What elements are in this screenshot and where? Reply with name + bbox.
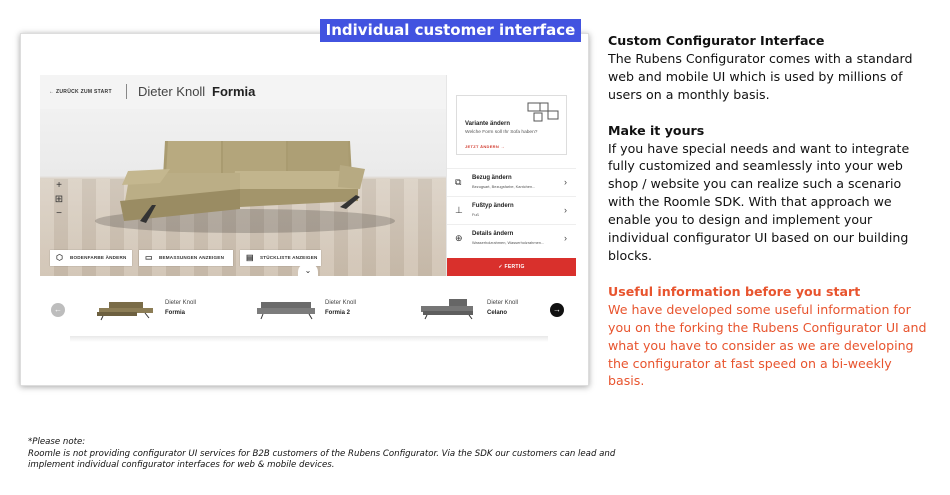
model-name: Formia: [212, 84, 256, 99]
menu-item-details[interactable]: ⊕ Details ändern Wasserholzrahmen, Wasse…: [447, 224, 576, 252]
arrow-left-icon: ←: [49, 89, 55, 95]
product-brand: Dieter Knoll: [325, 300, 357, 306]
product-brand: Dieter Knoll: [487, 300, 519, 306]
sofa-thumbnail: [97, 302, 153, 321]
change-floor-color-button[interactable]: ⬡ BODENFARBE ÄNDERN: [50, 250, 132, 266]
zoom-out-button[interactable]: −: [52, 207, 66, 221]
info-paragraph: If you have special needs and want to in…: [608, 140, 910, 263]
chevron-right-icon: ›: [564, 233, 567, 243]
sofa-thumbnail: [421, 299, 473, 320]
menu-item-title: Bezug ändern: [472, 175, 512, 181]
header-separator: [126, 84, 127, 99]
product-brand: Dieter Knoll: [165, 300, 197, 306]
sofa-thumbnail: [257, 302, 315, 320]
foot-icon: ⊥: [455, 205, 463, 215]
configuration-panel: Variante ändern Welche Form soll Ihr Sof…: [446, 75, 576, 276]
menu-item-title: Details ändern: [472, 231, 514, 237]
action-label: STÜCKLISTE ANZEIGEN: [260, 255, 318, 260]
variant-shapes-icon: [527, 102, 559, 122]
interface-banner: Individual customer interface: [320, 19, 581, 42]
menu-item-subtitle: Bezugsart, Bezugsfarbe, Kantchen...: [472, 184, 536, 189]
action-label: BEMASSUNGEN ANZEIGEN: [159, 255, 225, 260]
ruler-icon: ▭: [145, 253, 153, 262]
variant-card[interactable]: Variante ändern Welche Form soll Ihr Sof…: [456, 95, 567, 155]
done-button[interactable]: ✓ FERTIG: [447, 258, 576, 276]
menu-item-cover[interactable]: ⧉ Bezug ändern Bezugsart, Bezugsfarbe, K…: [447, 168, 576, 196]
footnote-title: *Please note:: [28, 437, 86, 447]
menu-item-subtitle: Wasserholzrahmen, Wasserholzrahmen...: [472, 240, 545, 245]
change-variant-link[interactable]: JETZT ÄNDERN →: [465, 144, 505, 149]
variant-title: Variante ändern: [465, 121, 511, 127]
details-icon: ⊕: [455, 233, 463, 243]
menu-item-title: Fußtyp ändern: [472, 203, 514, 209]
carousel-shadow: [70, 336, 548, 342]
footnote-body: Roomle is not providing configurator UI …: [28, 448, 616, 471]
arrow-left-icon: ←: [54, 305, 62, 314]
info-heading: Custom Configurator Interface: [608, 33, 825, 48]
info-column: Custom Configurator Interface The Rubens…: [608, 32, 928, 390]
info-paragraph-highlight: We have developed some useful informatio…: [608, 301, 927, 389]
product-name: Formia: [165, 310, 186, 316]
product-card-celano[interactable]: Dieter Knoll Celano: [417, 296, 557, 326]
brand-name: Dieter Knoll: [138, 84, 206, 99]
footnote: *Please note: Roomle is not providing co…: [28, 437, 618, 472]
zoom-in-button[interactable]: +: [52, 179, 66, 193]
chevron-right-icon: ›: [564, 205, 567, 215]
info-paragraph: The Rubens Configurator comes with a sta…: [608, 50, 913, 102]
back-to-start-link[interactable]: ← ZURÜCK ZUM START: [49, 89, 112, 95]
configurator-header: ← ZURÜCK ZUM START Dieter Knoll Formia: [40, 75, 446, 109]
list-icon: ▤: [246, 253, 254, 262]
menu-item-foot[interactable]: ⊥ Fußtyp ändern Fuß ›: [447, 196, 576, 224]
zoom-controls: + ⊞ −: [52, 179, 66, 221]
action-label: BODENFARBE ÄNDERN: [70, 255, 127, 260]
info-heading: Make it yours: [608, 122, 705, 138]
carousel-prev-button[interactable]: ←: [51, 303, 65, 317]
fit-view-button[interactable]: ⊞: [52, 193, 66, 207]
back-label: ZURÜCK ZUM START: [56, 89, 112, 95]
product-card-formia[interactable]: Dieter Knoll Formia: [95, 296, 235, 326]
floor-icon: ⬡: [56, 253, 64, 262]
info-heading-highlight: Useful information before you start: [608, 283, 861, 299]
product-name: Formia 2: [325, 310, 351, 316]
product-card-formia-2[interactable]: Dieter Knoll Formia 2: [255, 296, 395, 326]
chevron-right-icon: ›: [564, 177, 567, 187]
fabric-icon: ⧉: [455, 177, 462, 187]
show-dimensions-button[interactable]: ▭ BEMASSUNGEN ANZEIGEN: [139, 250, 233, 266]
product-name: Celano: [487, 310, 508, 316]
menu-item-subtitle: Fuß: [472, 212, 479, 217]
variant-subtitle: Welche Form soll Ihr Sofa haben?: [465, 130, 538, 135]
